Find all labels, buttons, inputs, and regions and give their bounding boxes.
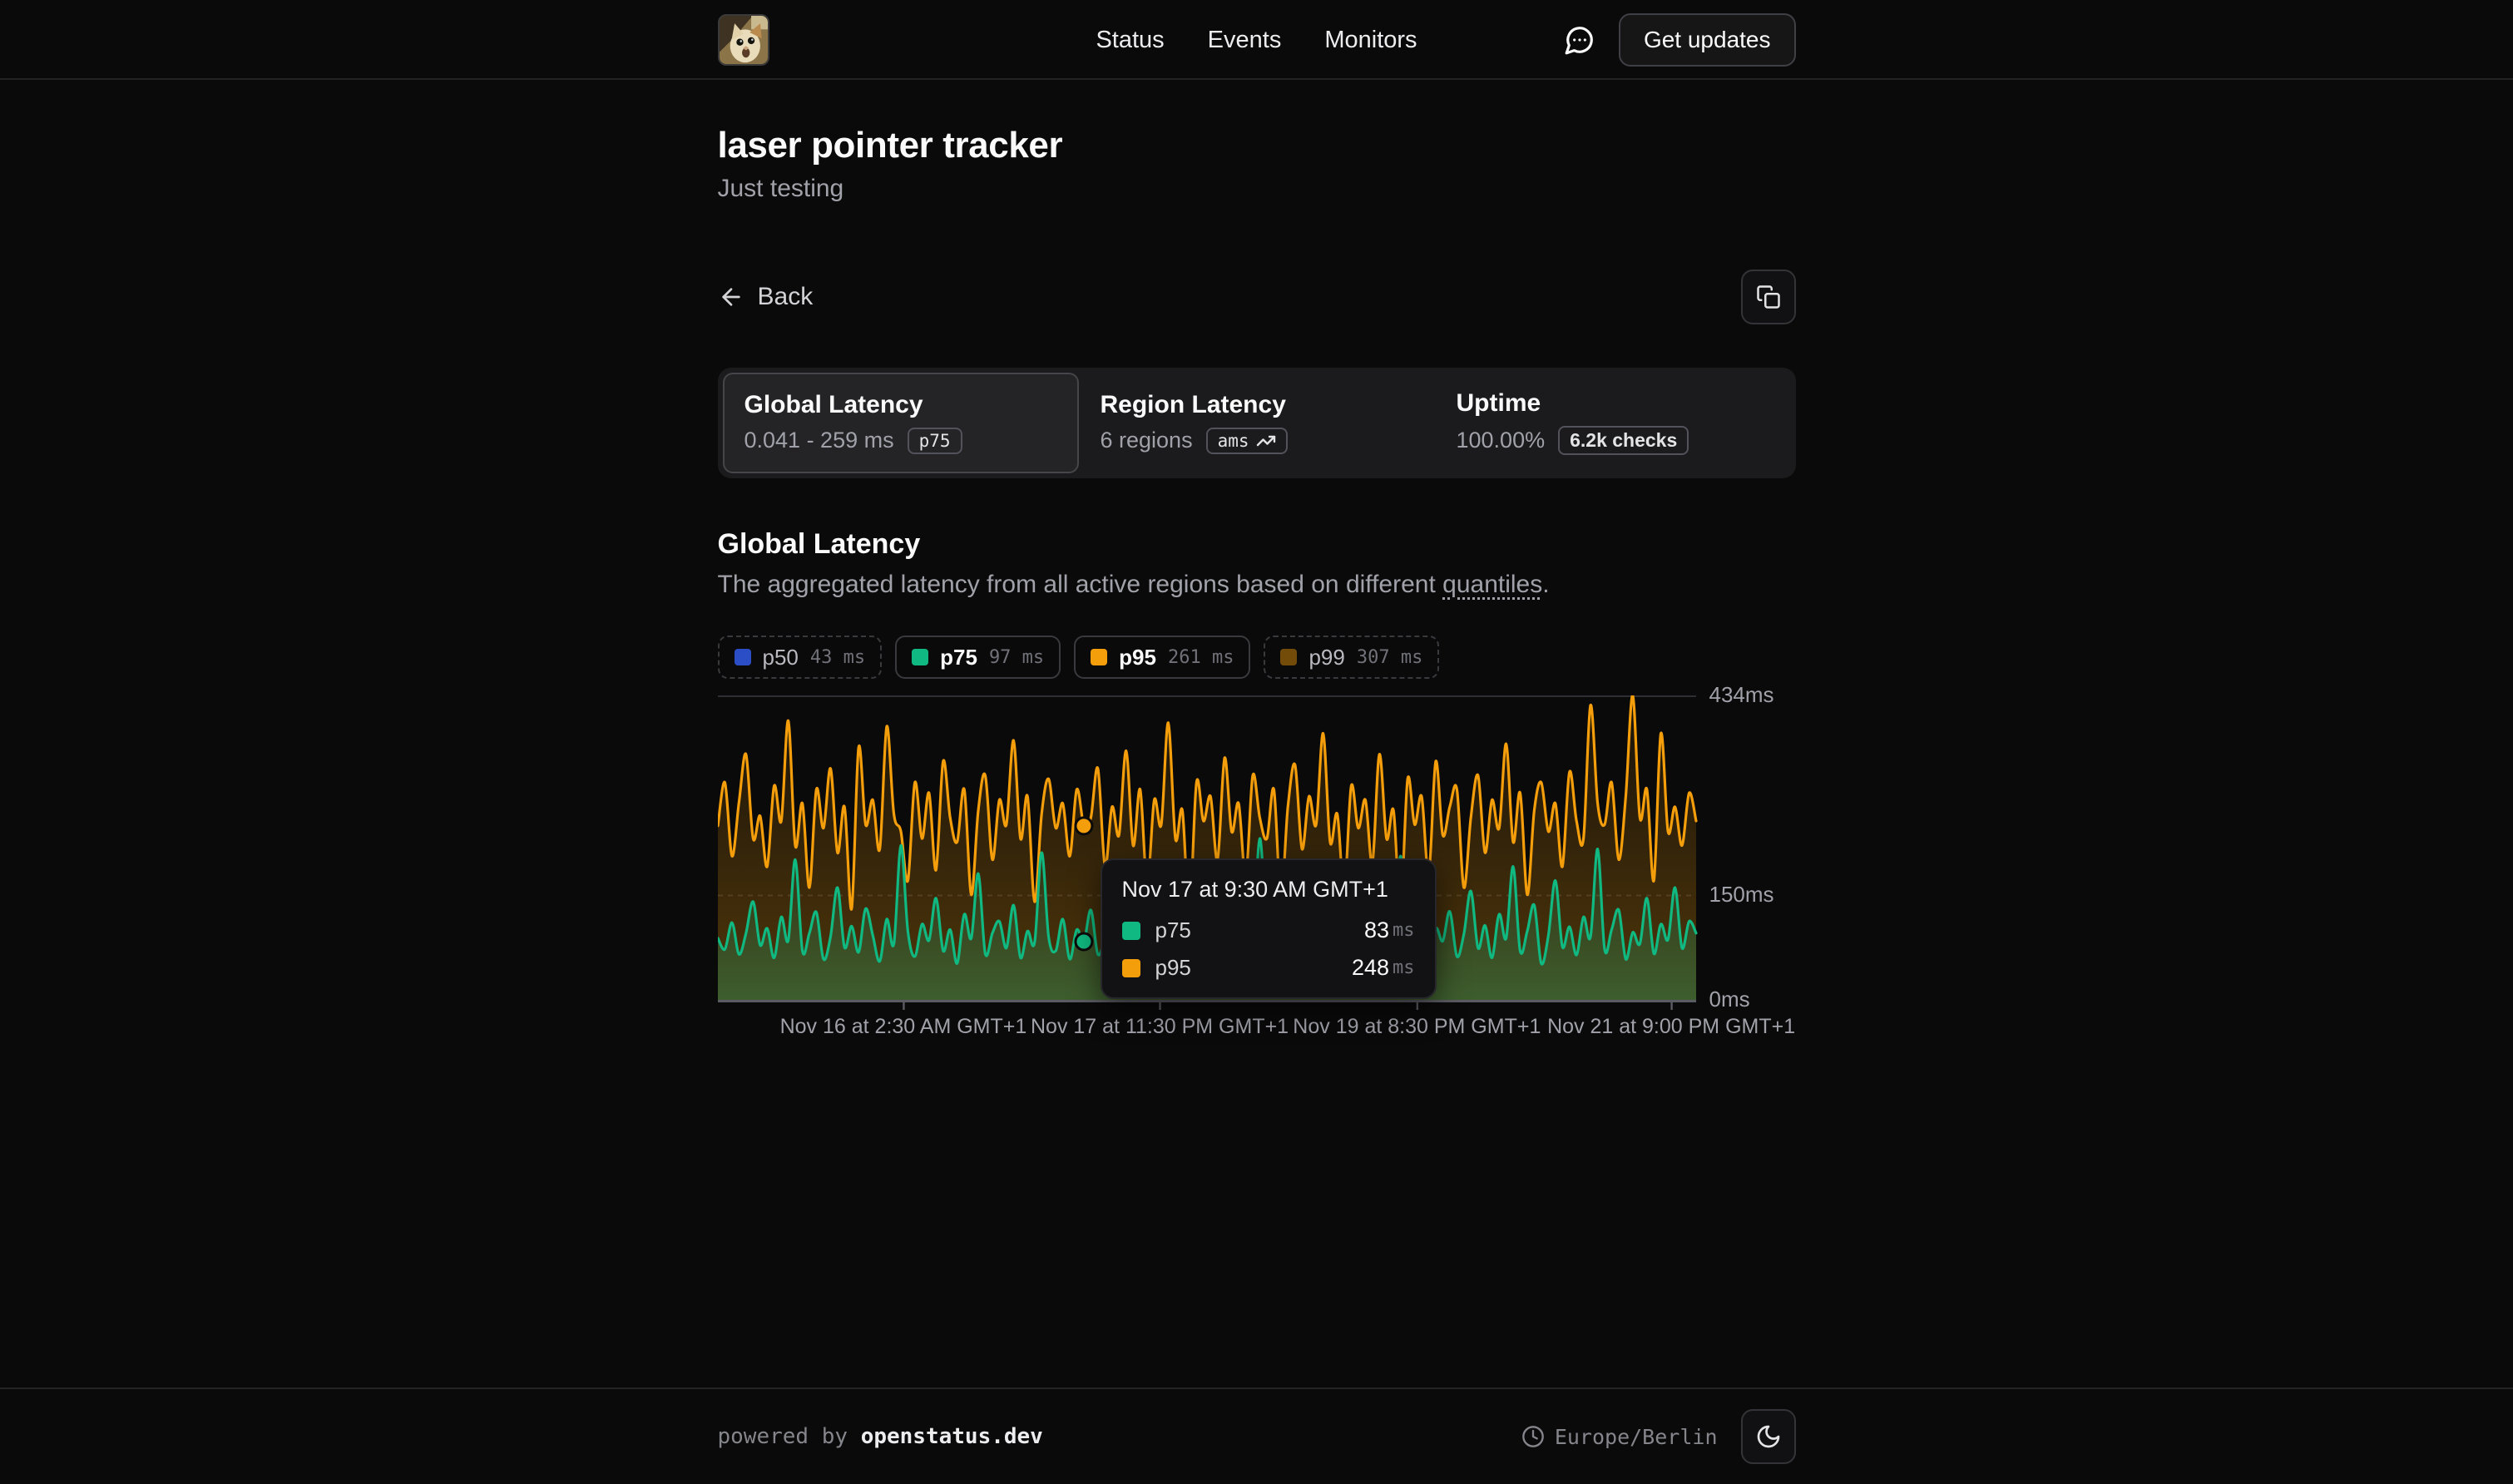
legend-chip-p75[interactable]: p75 97 ms [895,636,1061,679]
copy-link-button[interactable] [1741,270,1796,324]
feedback-button[interactable] [1564,24,1595,56]
clock-icon [1521,1425,1545,1448]
latency-chart[interactable]: 434ms 150ms 0ms Nov 16 at 2:30 AM GMT+1 … [718,695,1796,1053]
y-axis-tick: 0ms [1709,987,1750,1012]
legend-chip-p95[interactable]: p95 261 ms [1074,636,1250,679]
x-axis-tick: Nov 16 at 2:30 AM GMT+1 [780,1015,1027,1039]
trending-up-icon [1256,431,1276,451]
tab-subtitle: 6 regions [1101,428,1193,453]
tooltip-title: Nov 17 at 9:30 AM GMT+1 [1122,877,1415,903]
p75-swatch [912,649,928,665]
footer: powered by openstatus.dev Europe/Berlin [0,1388,2513,1484]
section-description: The aggregated latency from all active r… [718,571,1796,599]
tab-title: Region Latency [1101,391,1413,419]
powered-by: powered by openstatus.dev [718,1424,1043,1449]
tooltip-row: p95 248 ms [1122,955,1415,981]
p99-swatch [1280,649,1297,665]
checks-badge: 6.2k checks [1558,426,1689,455]
nav-link-status[interactable]: Status [1096,27,1164,54]
p50-swatch [735,649,751,665]
tab-uptime[interactable]: Uptime 100.00% 6.2k checks [1435,373,1791,473]
page-subtitle: Just testing [718,175,1796,203]
copy-icon [1756,284,1781,309]
legend-chip-p50[interactable]: p50 43 ms [718,636,883,679]
theme-toggle-button[interactable] [1741,1409,1796,1464]
tab-title: Uptime [1457,389,1769,418]
page-title: laser pointer tracker [718,125,1796,166]
x-axis-tick: Nov 19 at 8:30 PM GMT+1 [1293,1015,1541,1039]
tab-region-latency[interactable]: Region Latency 6 regions ams [1079,373,1435,473]
region-badge: ams [1206,428,1288,454]
tab-title: Global Latency [745,391,1057,419]
main-content: laser pointer tracker Just testing Back [0,80,2513,1388]
tooltip-row: p75 83 ms [1122,918,1415,943]
back-button[interactable]: Back [718,283,814,311]
p95-swatch [1091,649,1107,665]
p75-swatch [1122,922,1140,940]
back-label: Back [758,283,814,311]
p95-swatch [1122,959,1140,977]
nav-links: Status Events Monitors [1096,27,1417,54]
y-axis-tick: 150ms [1709,882,1774,908]
y-axis-tick: 434ms [1709,682,1774,708]
openstatus-link[interactable]: openstatus.dev [861,1424,1043,1449]
x-axis-tick: Nov 17 at 11:30 PM GMT+1 [1031,1015,1289,1039]
timezone: Europe/Berlin [1521,1425,1718,1449]
message-bubble-icon [1564,24,1595,56]
tab-subtitle: 100.00% [1457,428,1546,453]
quantiles-link[interactable]: quantiles [1442,571,1542,598]
x-axis-tick: Nov 21 at 9:00 PM GMT+1 [1547,1015,1795,1039]
nav-link-monitors[interactable]: Monitors [1324,27,1417,54]
get-updates-button[interactable]: Get updates [1619,13,1796,67]
arrow-left-icon [718,284,745,310]
chart-tooltip: Nov 17 at 9:30 AM GMT+1 p75 83 ms p95 24… [1101,858,1437,999]
legend-chip-p99[interactable]: p99 307 ms [1264,636,1439,679]
section-title: Global Latency [718,528,1796,561]
metric-tabs: Global Latency 0.041 - 259 ms p75 Region… [718,368,1796,478]
top-nav: Status Events Monitors Get updates [0,0,2513,80]
site-logo[interactable] [718,14,769,66]
moon-icon [1755,1423,1782,1450]
chart-legend: p50 43 ms p75 97 ms p95 261 ms p99 307 m… [718,636,1796,679]
quantile-badge: p75 [908,428,962,454]
tab-global-latency[interactable]: Global Latency 0.041 - 259 ms p75 [723,373,1079,473]
nav-link-events[interactable]: Events [1208,27,1282,54]
tab-subtitle: 0.041 - 259 ms [745,428,894,453]
cat-logo-image [720,16,768,64]
